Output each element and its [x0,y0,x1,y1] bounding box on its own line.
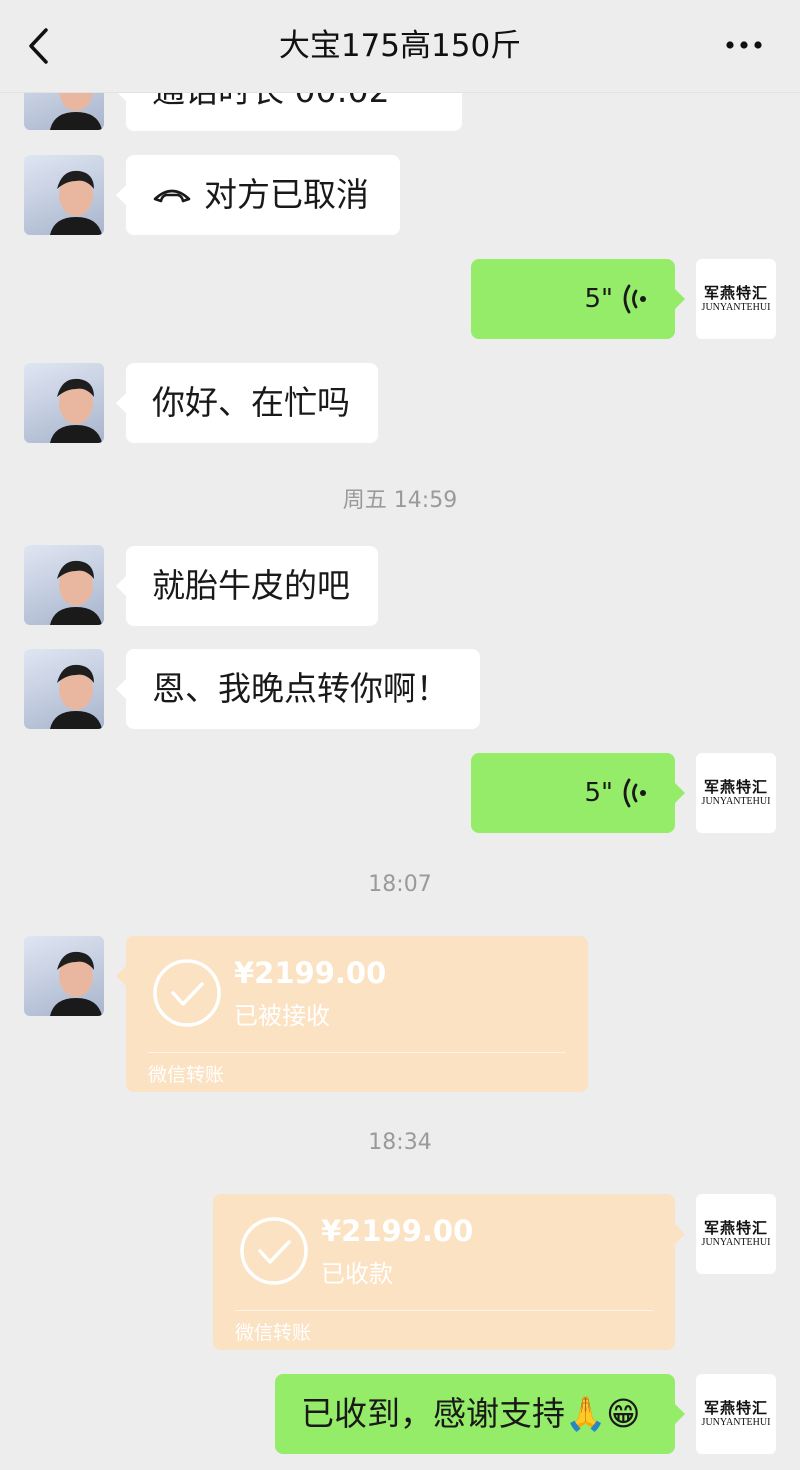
contact-avatar[interactable] [24,155,104,235]
brand-logo-cn: 军燕特汇 [703,1398,768,1417]
timestamp: 周五 14:59 [342,488,458,513]
chat-title: 大宝175高150斤 [278,28,522,64]
brand-logo-en: JUNYANTEHUI [701,795,771,807]
phone-hangup-icon [153,189,191,203]
check-circle-icon [153,959,221,1027]
brand-logo-cn: 军燕特汇 [703,777,768,796]
my-avatar[interactable]: 军燕特汇 JUNYANTEHUI [696,259,776,339]
message-bubble[interactable]: 已收到，感谢支持🙏😁 [275,1374,685,1454]
brand-logo-cn: 军燕特汇 [703,1218,768,1237]
voice-wave-icon [623,778,646,808]
back-arrow-icon[interactable] [26,26,56,66]
voice-duration: 5" [584,284,613,314]
chat-header: 大宝175高150斤 [0,0,800,93]
brand-logo-cn: 军燕特汇 [703,283,768,302]
contact-avatar[interactable] [24,545,104,625]
timestamp: 18:07 [368,872,432,897]
message-bubble[interactable]: 恩、我晚点转你啊！ [116,649,480,729]
voice-duration: 5" [584,778,613,808]
transfer-amount: ¥2199.00 [234,956,387,990]
transfer-source: 微信转账 [148,1064,225,1086]
transfer-amount: ¥2199.00 [321,1214,474,1248]
message-text: 恩、我晚点转你啊！ [152,669,449,708]
brand-logo-en: JUNYANTEHUI [701,1236,771,1248]
transfer-status: 已收款 [321,1260,393,1288]
transfer-card-received[interactable]: ¥2199.00 已被接收 微信转账 [116,936,588,1092]
check-circle-icon [240,1217,308,1285]
divider [235,1310,653,1311]
message-bubble[interactable]: 就胎牛皮的吧 [116,546,378,626]
my-avatar[interactable]: 军燕特汇 JUNYANTEHUI [696,753,776,833]
voice-message-bubble[interactable]: 5" [471,753,685,833]
message-text: 你好、在忙吗 [152,383,350,422]
transfer-status: 已被接收 [234,1002,330,1030]
contact-avatar[interactable] [24,649,104,729]
contact-avatar[interactable] [24,936,104,1016]
voice-wave-icon [623,284,646,314]
message-text: 已收到，感谢支持🙏😁 [301,1394,641,1433]
call-cancelled-text: 对方已取消 [204,175,369,214]
more-options-icon[interactable] [724,30,764,60]
call-cancelled-bubble[interactable]: 对方已取消 [116,155,400,235]
divider [148,1052,566,1053]
my-avatar[interactable]: 军燕特汇 JUNYANTEHUI [696,1194,776,1274]
transfer-card-sent[interactable]: ¥2199.00 已收款 微信转账 [213,1194,685,1350]
voice-message-bubble[interactable]: 5" [471,259,685,339]
brand-logo-en: JUNYANTEHUI [701,1416,771,1428]
message-bubble[interactable]: 你好、在忙吗 [116,363,378,443]
transfer-source: 微信转账 [235,1322,312,1344]
my-avatar[interactable]: 军燕特汇 JUNYANTEHUI [696,1374,776,1454]
timestamp: 18:34 [368,1130,432,1155]
brand-logo-en: JUNYANTEHUI [701,301,771,313]
message-text: 就胎牛皮的吧 [152,566,350,605]
contact-avatar[interactable] [24,363,104,443]
